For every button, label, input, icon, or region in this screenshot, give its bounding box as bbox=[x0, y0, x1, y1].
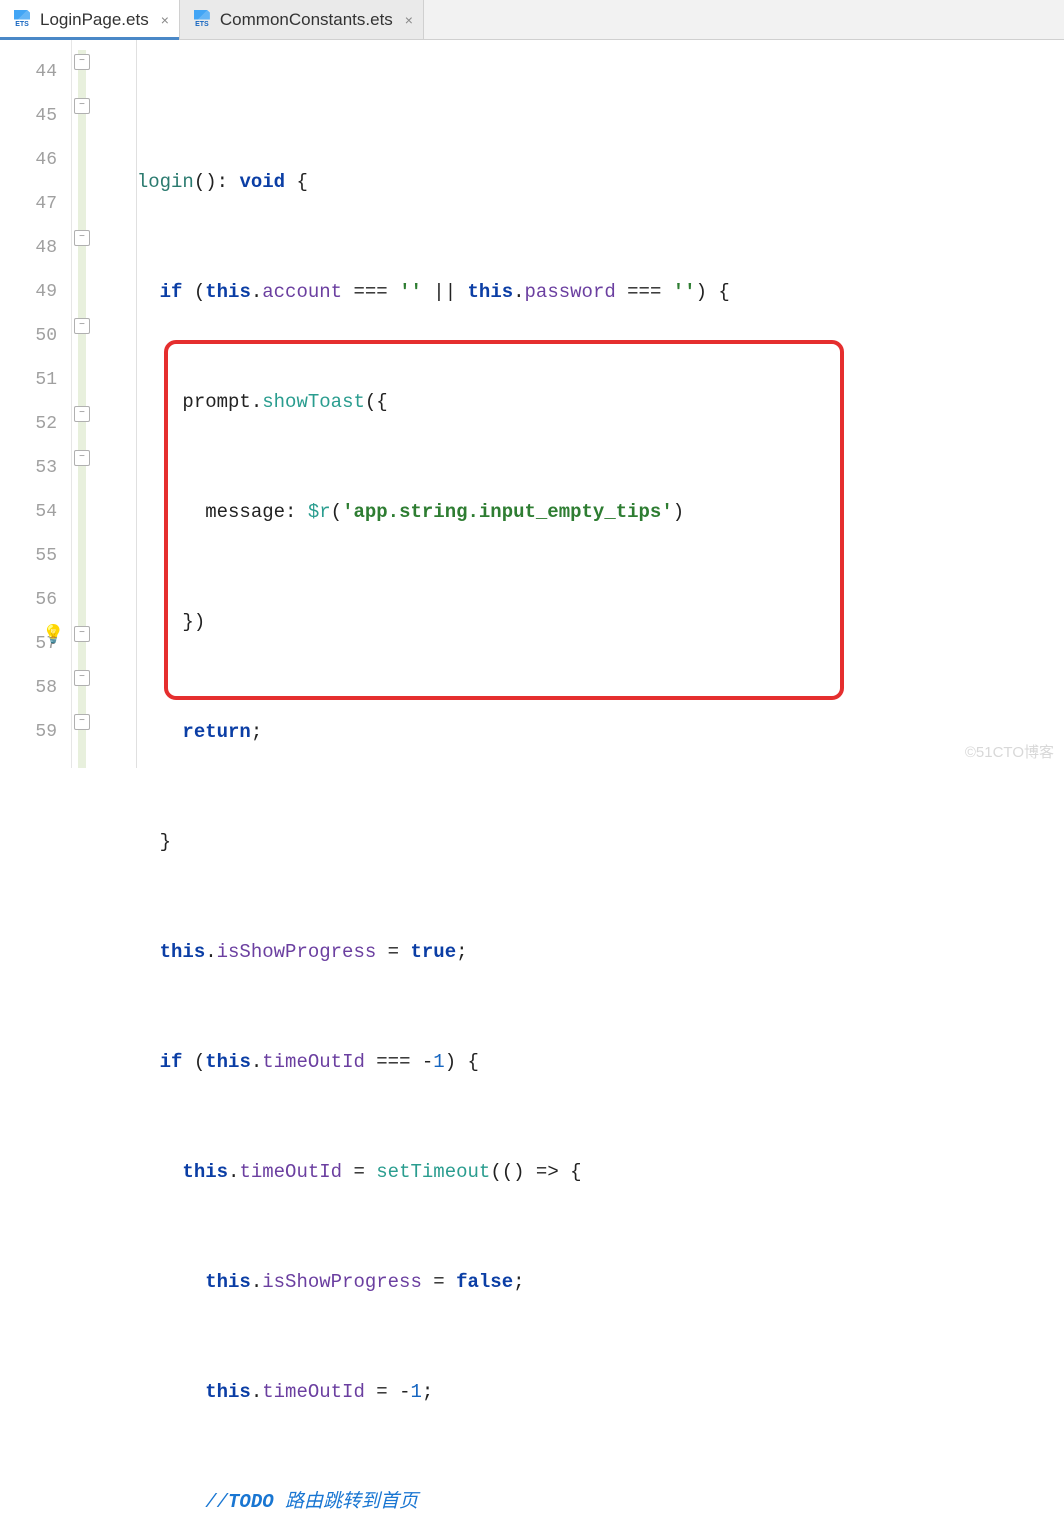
tab-label: CommonConstants.ets bbox=[220, 10, 393, 30]
line-number: 50 bbox=[0, 314, 71, 358]
close-icon[interactable]: × bbox=[161, 12, 169, 28]
fold-toggle-icon[interactable]: − bbox=[74, 714, 90, 730]
code-line[interactable]: }) bbox=[106, 600, 1064, 644]
code-area[interactable]: login(): void { if (this.account === '' … bbox=[106, 40, 1064, 768]
line-number: 53 bbox=[0, 446, 71, 490]
tab-label: LoginPage.ets bbox=[40, 10, 149, 30]
line-number: 48 bbox=[0, 226, 71, 270]
line-number: 56 bbox=[0, 578, 71, 622]
line-number: 46 bbox=[0, 138, 71, 182]
fold-toggle-icon[interactable]: − bbox=[74, 450, 90, 466]
line-number: 55 bbox=[0, 534, 71, 578]
code-line[interactable]: this.isShowProgress = true; bbox=[106, 930, 1064, 974]
line-number: 58 bbox=[0, 666, 71, 710]
fold-gutter: − − − − − − − − − 💡 bbox=[72, 40, 106, 768]
code-line[interactable]: message: $r('app.string.input_empty_tips… bbox=[106, 490, 1064, 534]
ets-file-icon bbox=[12, 10, 32, 30]
line-number: 51 bbox=[0, 358, 71, 402]
line-number: 54 bbox=[0, 490, 71, 534]
code-line[interactable]: if (this.account === '' || this.password… bbox=[106, 270, 1064, 314]
code-line[interactable]: prompt.showToast({ bbox=[106, 380, 1064, 424]
tab-commonconstants[interactable]: CommonConstants.ets × bbox=[180, 0, 424, 39]
code-line[interactable]: this.isShowProgress = false; bbox=[106, 1260, 1064, 1304]
line-number-gutter: 44 45 46 47 48 49 50 51 52 53 54 55 56 5… bbox=[0, 40, 72, 768]
fold-toggle-icon[interactable]: − bbox=[74, 230, 90, 246]
ets-file-icon bbox=[192, 10, 212, 30]
code-line[interactable]: //TODO 路由跳转到首页 bbox=[106, 1480, 1064, 1524]
code-line[interactable]: login(): void { bbox=[106, 160, 1064, 204]
line-number: 49 bbox=[0, 270, 71, 314]
line-number: 45 bbox=[0, 94, 71, 138]
line-number: 52 bbox=[0, 402, 71, 446]
tab-loginpage[interactable]: LoginPage.ets × bbox=[0, 0, 180, 39]
fold-toggle-icon[interactable]: − bbox=[74, 406, 90, 422]
line-number: 47 bbox=[0, 182, 71, 226]
code-line[interactable]: return; bbox=[106, 710, 1064, 754]
tab-bar: LoginPage.ets × CommonConstants.ets × bbox=[0, 0, 1064, 40]
close-icon[interactable]: × bbox=[405, 12, 413, 28]
watermark: ©51CTO博客 bbox=[965, 741, 1054, 762]
fold-toggle-icon[interactable]: − bbox=[74, 670, 90, 686]
code-line[interactable]: this.timeOutId = -1; bbox=[106, 1370, 1064, 1414]
intention-bulb-icon[interactable]: 💡 bbox=[42, 624, 62, 644]
code-line[interactable]: if (this.timeOutId === -1) { bbox=[106, 1040, 1064, 1084]
code-line[interactable]: this.timeOutId = setTimeout(() => { bbox=[106, 1150, 1064, 1194]
line-number: 59 bbox=[0, 710, 71, 754]
code-line[interactable]: } bbox=[106, 820, 1064, 864]
fold-toggle-icon[interactable]: − bbox=[74, 98, 90, 114]
line-number: 44 bbox=[0, 50, 71, 94]
fold-toggle-icon[interactable]: − bbox=[74, 54, 90, 70]
fold-toggle-icon[interactable]: − bbox=[74, 318, 90, 334]
code-editor[interactable]: 44 45 46 47 48 49 50 51 52 53 54 55 56 5… bbox=[0, 40, 1064, 768]
fold-toggle-icon[interactable]: − bbox=[74, 626, 90, 642]
